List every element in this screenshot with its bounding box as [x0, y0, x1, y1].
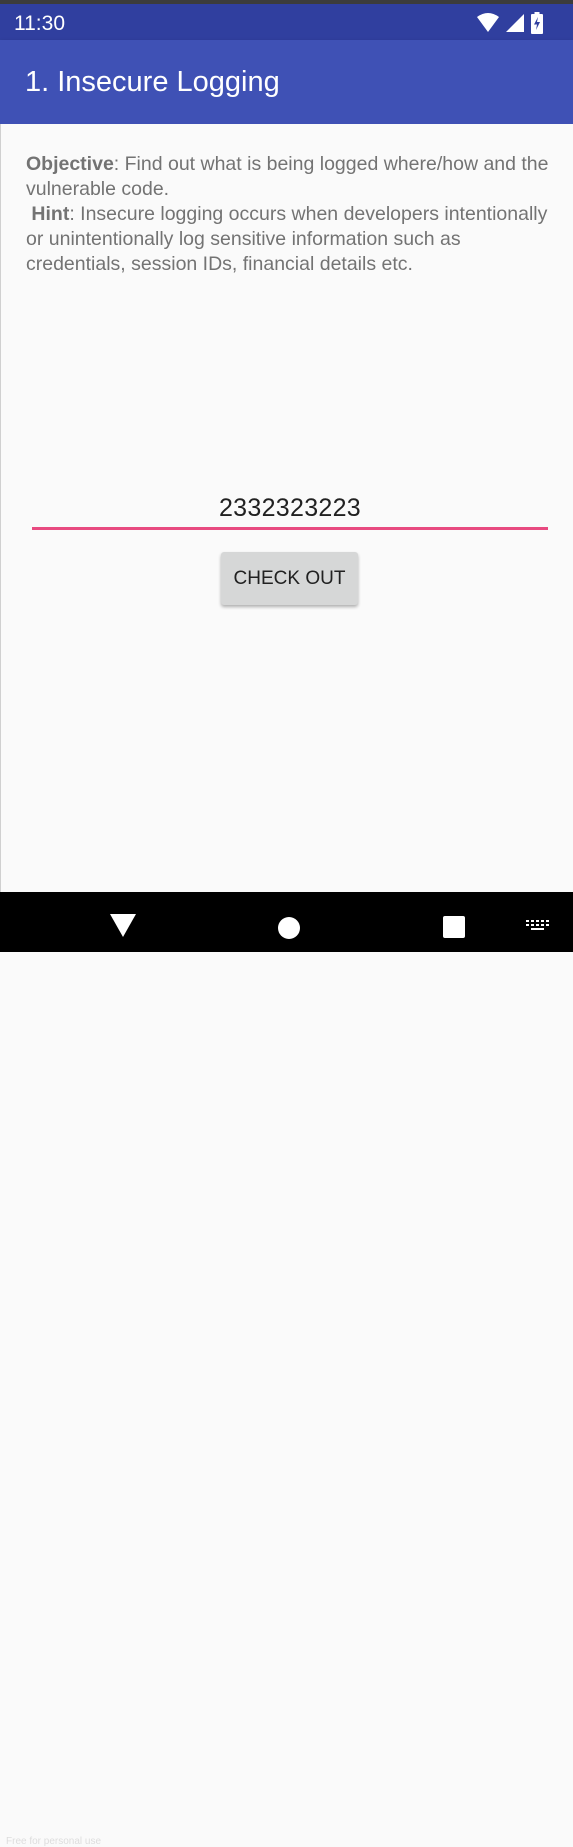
status-time: 11:30 [14, 12, 65, 35]
watermark-text: Free for personal use [6, 1836, 102, 1847]
number-input-field[interactable]: 2332323223 [32, 490, 548, 530]
home-icon[interactable] [278, 917, 300, 939]
hint-text: : Insecure logging occurs when developer… [26, 203, 548, 275]
back-icon[interactable] [110, 914, 136, 938]
cellular-signal-icon [506, 14, 524, 32]
navigation-bar: Free for personal use [0, 892, 573, 1847]
battery-charging-icon [531, 12, 543, 34]
page-title: 1. Insecure Logging [25, 66, 280, 98]
recents-icon[interactable] [443, 916, 465, 938]
status-icons [477, 11, 543, 35]
wifi-icon [477, 13, 499, 32]
description-text: Objective: Find out what is being logged… [26, 152, 556, 277]
number-input-value[interactable]: 2332323223 [32, 494, 548, 523]
keyboard-icon[interactable] [526, 920, 550, 932]
objective-label: Objective [26, 153, 114, 175]
hint-label: Hint [31, 203, 70, 225]
status-bar: 11:30 [0, 0, 573, 40]
app-bar: 1. Insecure Logging [0, 40, 573, 124]
check-out-button[interactable]: CHECK OUT [221, 552, 358, 605]
input-underline [32, 527, 548, 530]
main-content: Objective: Find out what is being logged… [0, 124, 573, 892]
